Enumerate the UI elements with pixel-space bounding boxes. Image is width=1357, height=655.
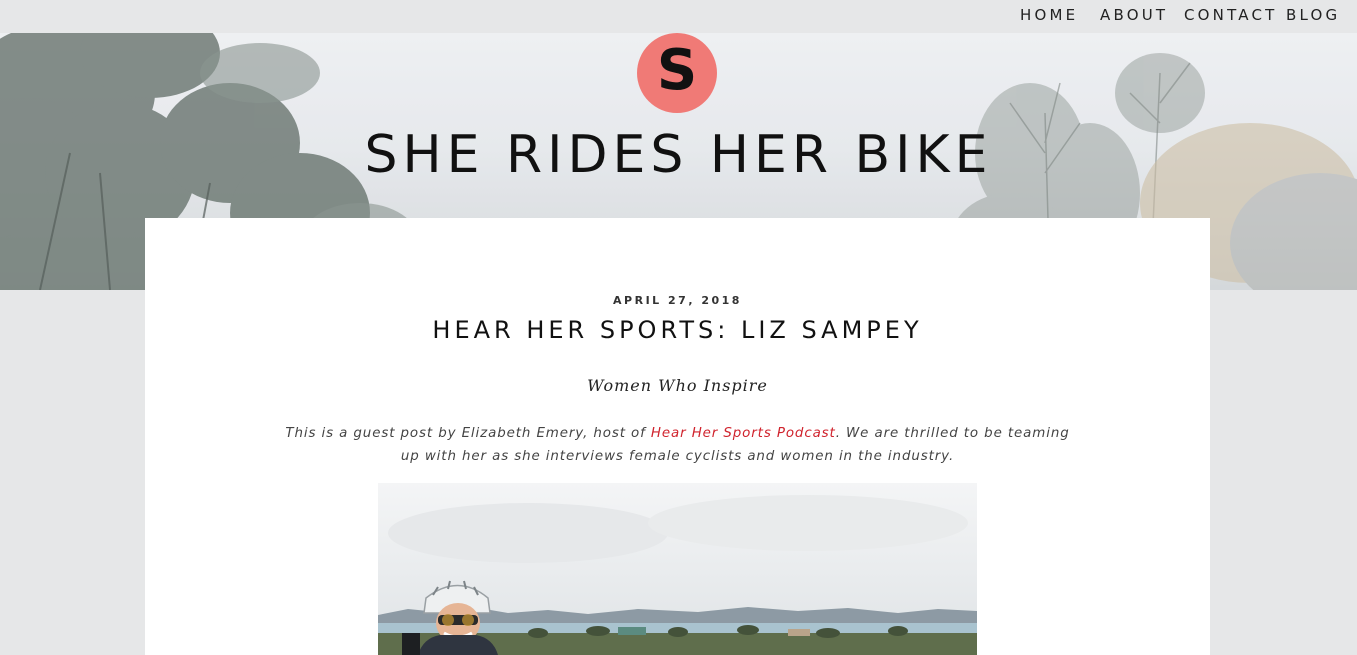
post-card: APRIL 27, 2018 HEAR HER SPORTS: LIZ SAMP… <box>145 218 1210 655</box>
logo-letter: S <box>656 38 698 103</box>
post-featured-image[interactable] <box>378 483 977 655</box>
nav-blog-link[interactable]: BLOG <box>1286 6 1340 24</box>
post-subtitle: Women Who Inspire <box>587 376 768 395</box>
post-intro-text-before: This is a guest post by Elizabeth Emery,… <box>285 426 651 441</box>
nav-contact-link[interactable]: CONTACT <box>1184 6 1278 24</box>
top-navigation: HOME ABOUT CONTACT BLOG <box>0 0 1357 33</box>
post-date: APRIL 27, 2018 <box>613 294 742 307</box>
nav-home-link[interactable]: HOME <box>1020 6 1078 24</box>
podcast-link[interactable]: Hear Her Sports Podcast <box>651 426 836 441</box>
post-intro: This is a guest post by Elizabeth Emery,… <box>275 422 1080 468</box>
nav-about-link[interactable]: ABOUT <box>1100 6 1168 24</box>
cyclist-photo <box>378 483 977 655</box>
logo-badge[interactable]: S <box>637 33 717 113</box>
post-title[interactable]: HEAR HER SPORTS: LIZ SAMPEY <box>145 316 1210 344</box>
site-title[interactable]: SHE RIDES HER BIKE <box>0 125 1357 185</box>
